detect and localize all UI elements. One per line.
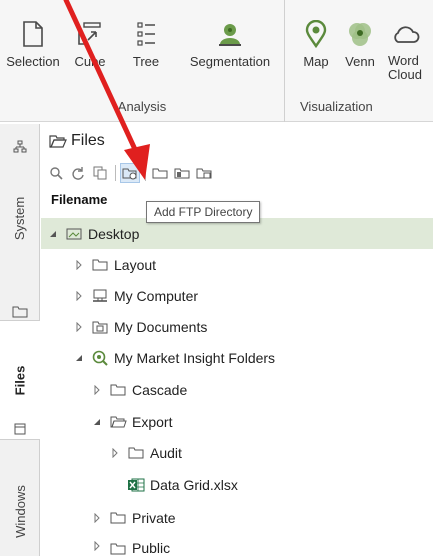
- files-panel: Files Filename Desktop Layout My Compute…: [41, 124, 433, 556]
- venn-label: Venn: [345, 54, 375, 69]
- tree-item-label: Public: [132, 540, 171, 556]
- tab-system[interactable]: System: [0, 158, 40, 278]
- selection-button[interactable]: Selection: [2, 20, 64, 69]
- folder-icon: [91, 257, 109, 273]
- toolbar-separator: [145, 165, 146, 181]
- folder-icon: [109, 510, 127, 526]
- map-label: Map: [303, 54, 329, 69]
- tree-item-label: My Documents: [114, 318, 208, 335]
- segmentation-icon: [219, 24, 241, 46]
- tree-item-label: Export: [132, 413, 173, 430]
- tooltip: Add FTP Directory: [146, 201, 261, 223]
- window-icon: [10, 420, 30, 438]
- visualization-group: Map Venn Word Cloud Visualization: [286, 0, 433, 122]
- tab-files-label: Files: [12, 365, 28, 395]
- tree-label: Tree: [132, 54, 160, 69]
- search-icon[interactable]: [47, 164, 65, 182]
- tree-item-label: Audit: [150, 444, 182, 461]
- cloud-icon: [394, 26, 420, 43]
- tree-item-my-documents[interactable]: My Documents: [41, 311, 433, 342]
- new-folder-button[interactable]: [151, 164, 169, 182]
- word-cloud-label: Word Cloud: [388, 53, 422, 82]
- market-insight-icon: [91, 350, 109, 366]
- folder-dark-icon: [174, 168, 190, 179]
- tree-item-data-grid[interactable]: Data Grid.xlsx: [41, 469, 433, 500]
- tree-button[interactable]: Tree: [122, 20, 170, 69]
- folder-icon: [152, 168, 168, 179]
- tree-icon: [137, 22, 155, 46]
- tree-item-label: My Market Insight Folders: [114, 349, 276, 366]
- filename-column-header[interactable]: Filename: [51, 192, 107, 207]
- selection-label: Selection: [6, 54, 60, 69]
- tree-item-private[interactable]: Private: [41, 502, 433, 533]
- network-icon: [10, 138, 30, 156]
- panel-title: Files: [49, 132, 105, 150]
- side-tab-strip: System Files Windows: [0, 124, 40, 556]
- tree-item-label: Cascade: [132, 381, 188, 398]
- cube-icon: [78, 22, 101, 45]
- folder-open-icon: [49, 135, 67, 148]
- analysis-group-label: Analysis: [117, 99, 167, 114]
- expanded-arrow-icon[interactable]: [47, 228, 59, 240]
- folder-open-icon: [109, 414, 127, 430]
- collapsed-arrow-icon[interactable]: [91, 512, 103, 524]
- map-button[interactable]: Map: [296, 20, 336, 69]
- cube-button[interactable]: Cube: [64, 20, 116, 69]
- tree-item-export[interactable]: Export: [41, 406, 433, 437]
- tree-item-label: My Computer: [114, 287, 199, 304]
- folder-icon: [127, 445, 145, 461]
- cube-label: Cube: [74, 54, 106, 69]
- tree-item-audit[interactable]: Audit: [41, 437, 433, 468]
- visualization-group-label: Visualization: [300, 99, 373, 114]
- collapsed-arrow-icon[interactable]: [109, 447, 121, 459]
- ribbon: Selection Cube Tree Segmentation Analysi…: [0, 0, 433, 122]
- tree-item-layout[interactable]: Layout: [41, 249, 433, 280]
- segmentation-button[interactable]: Segmentation: [180, 20, 280, 69]
- venn-icon: [349, 23, 371, 46]
- tree-item-label: Desktop: [88, 225, 140, 242]
- files-toolbar: [47, 162, 217, 184]
- folder-icon: [109, 382, 127, 398]
- tree-item-market-insight-folders[interactable]: My Market Insight Folders: [41, 342, 433, 373]
- collapsed-arrow-icon[interactable]: [73, 321, 85, 333]
- folder-network-icon: [196, 168, 212, 179]
- tree-item-label: Layout: [114, 256, 157, 273]
- folder-tab-icon: [10, 302, 30, 320]
- panel-title-text: Files: [71, 132, 105, 149]
- toolbar-separator: [115, 165, 116, 181]
- excel-icon: [127, 477, 145, 493]
- computer-icon: [91, 288, 109, 304]
- collapsed-arrow-icon[interactable]: [91, 384, 103, 396]
- tab-system-label: System: [12, 196, 28, 240]
- folder-network-button[interactable]: [195, 164, 213, 182]
- refresh-icon[interactable]: [69, 164, 87, 182]
- add-ftp-directory-button[interactable]: [120, 163, 140, 183]
- venn-button[interactable]: Venn: [340, 20, 380, 69]
- tree-item-label: Data Grid.xlsx: [150, 476, 238, 493]
- tab-windows-label: Windows: [12, 484, 28, 538]
- selection-icon: [23, 21, 43, 47]
- collapsed-arrow-icon[interactable]: [73, 290, 85, 302]
- collapsed-arrow-icon[interactable]: [91, 540, 103, 552]
- word-cloud-button[interactable]: Word Cloud: [388, 20, 433, 82]
- desktop-icon: [65, 226, 83, 242]
- expanded-arrow-icon[interactable]: [73, 352, 85, 364]
- map-pin-icon: [305, 20, 327, 48]
- tree-item-my-computer[interactable]: My Computer: [41, 280, 433, 311]
- add-ftp-directory-icon: [122, 168, 137, 180]
- collapsed-arrow-icon[interactable]: [73, 259, 85, 271]
- tree-item-cascade[interactable]: Cascade: [41, 374, 433, 405]
- folder-dark-button[interactable]: [173, 164, 191, 182]
- tree-item-label: Private: [132, 509, 176, 526]
- folder-icon: [109, 540, 127, 556]
- copy-icon[interactable]: [91, 164, 109, 182]
- expanded-arrow-icon[interactable]: [91, 416, 103, 428]
- analysis-group: Selection Cube Tree Segmentation Analysi…: [0, 0, 285, 122]
- tree-item-public[interactable]: Public: [41, 534, 433, 556]
- documents-icon: [91, 319, 109, 335]
- tab-windows[interactable]: Windows: [0, 476, 40, 556]
- segmentation-label: Segmentation: [189, 54, 271, 69]
